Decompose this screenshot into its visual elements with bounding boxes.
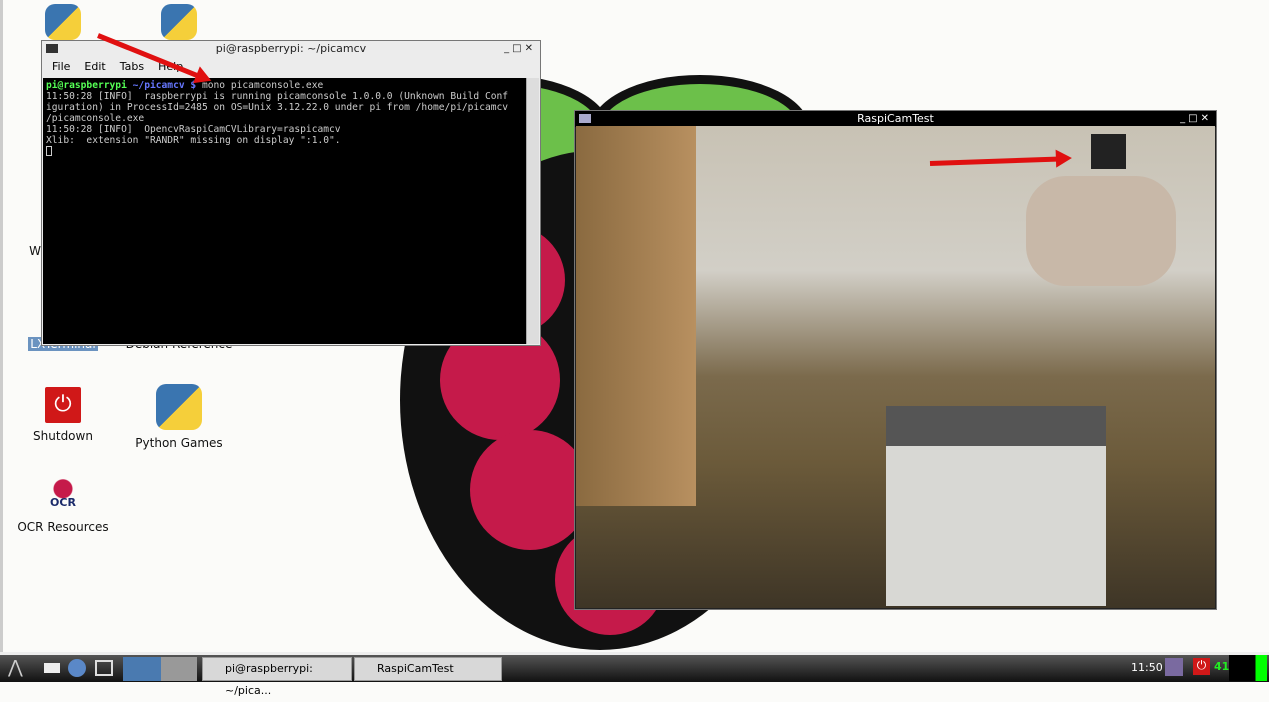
terminal-window[interactable]: pi@raspberrypi: ~/picamcv _□✕ File Edit Tab…	[41, 40, 541, 346]
menu-tabs[interactable]: Tabs	[120, 60, 144, 73]
hand	[1026, 176, 1176, 286]
browser-globe-icon[interactable]	[68, 659, 86, 677]
cpu-graph	[1229, 655, 1267, 681]
desktop-icon-shutdown[interactable]: ⏻ Shutdown	[8, 387, 118, 443]
taskbar: ⋀ pi@raspberrypi: ~/pica... RaspiCamTest…	[0, 652, 1269, 697]
desktop-pager[interactable]	[123, 657, 161, 681]
file-manager-icon[interactable]	[44, 663, 60, 673]
camwin-titlebar[interactable]: RaspiCamTest _□✕	[575, 111, 1216, 127]
terminal-scrollbar[interactable]	[526, 78, 539, 344]
task-terminal[interactable]: pi@raspberrypi: ~/pica...	[202, 657, 352, 697]
desktop-edge	[0, 0, 3, 652]
menu-edit[interactable]: Edit	[84, 60, 105, 73]
output-line: Xlib: extension "RANDR" missing on displ…	[46, 135, 341, 146]
output-line: iguration) in ProcessId=2485 on OS=Unix …	[46, 102, 509, 113]
cpu-usage: 41	[1214, 660, 1230, 673]
window-title: pi@raspberrypi: ~/picamcv	[215, 42, 367, 55]
raspicamtest-window[interactable]: RaspiCamTest _□✕	[574, 110, 1217, 610]
desktop-pager-2[interactable]	[161, 657, 197, 681]
icon-label: OCR Resources	[17, 520, 109, 534]
output-line: 11:50:28 [INFO] OpencvRaspiCamCVLibrary=…	[46, 124, 341, 135]
menu-file[interactable]: File	[52, 60, 70, 73]
menu-launcher-icon[interactable]: ⋀	[8, 657, 23, 678]
prompt-user: pi@raspberrypi	[46, 80, 127, 91]
clock[interactable]: 11:50	[1131, 661, 1163, 674]
power-icon: ⏻	[45, 387, 81, 423]
desktop-icon-python-games[interactable]: Python Games	[124, 384, 234, 450]
command: mono picamconsole.exe	[196, 80, 324, 91]
mirror-frame	[576, 126, 696, 506]
python-icon	[156, 384, 202, 430]
cursor	[46, 146, 52, 156]
terminal-output[interactable]: pi@raspberrypi ~/picamcv $ mono picamcon…	[43, 78, 526, 344]
camera-feed	[576, 126, 1215, 608]
icon-label: W	[29, 244, 41, 258]
lock-screen-icon[interactable]	[1165, 658, 1183, 676]
python-icon	[161, 4, 197, 40]
lego-model	[886, 406, 1106, 606]
window-controls[interactable]: _□✕	[504, 41, 536, 57]
task-label: pi@raspberrypi: ~/pica...	[225, 662, 313, 697]
output-line: 11:50:28 [INFO] raspberrypi is running p…	[46, 91, 509, 102]
window-title: RaspiCamTest	[857, 112, 934, 125]
python-icon	[45, 4, 81, 40]
terminal-icon	[46, 44, 58, 53]
terminal-menubar: FileEditTabsHelp	[42, 57, 540, 77]
task-label: RaspiCamTest	[377, 662, 454, 675]
icon-label: Shutdown	[33, 429, 93, 443]
task-raspicamtest[interactable]: RaspiCamTest	[354, 657, 502, 681]
ocr-raspberry-icon: OCR	[45, 478, 81, 514]
output-line: /picamconsole.exe	[46, 113, 145, 124]
desktop-icon-ocr-resources[interactable]: OCR OCR Resources	[8, 478, 118, 534]
window-controls[interactable]: _□✕	[1180, 111, 1212, 127]
prompt-path: ~/picamcv $	[126, 80, 197, 91]
window-icon	[579, 114, 591, 123]
icon-label: Python Games	[135, 436, 223, 450]
windows-icon[interactable]	[95, 660, 113, 676]
camera-module	[1091, 134, 1126, 169]
power-icon[interactable]: ⏻	[1193, 658, 1210, 675]
